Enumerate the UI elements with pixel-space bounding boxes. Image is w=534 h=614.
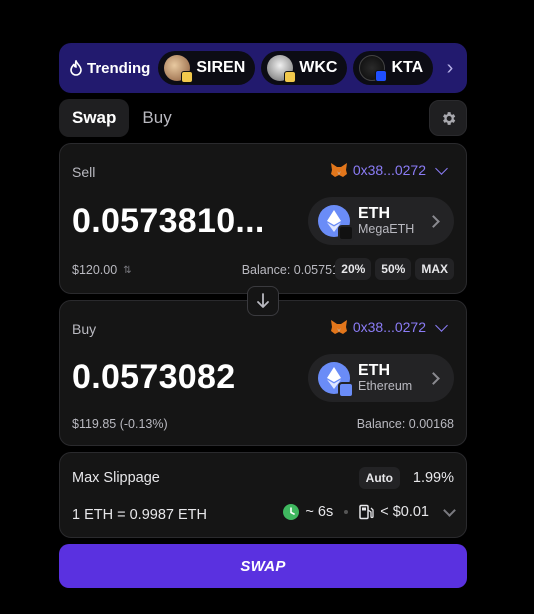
percent-buttons: 20% 50% MAX [335, 258, 454, 280]
swap-units-icon[interactable]: ⇅ [123, 265, 131, 276]
clock-icon [283, 504, 300, 520]
tab-swap[interactable]: Swap [59, 99, 130, 137]
sell-token-selector[interactable]: ETH MegaETH [308, 197, 454, 245]
metamask-fox-icon [330, 163, 347, 177]
gas-fee: < $0.01 [380, 504, 429, 520]
estimated-time: ~ 6s [305, 504, 334, 520]
buy-token-selector[interactable]: ETH Ethereum [308, 354, 454, 402]
slippage-auto-badge[interactable]: Auto [358, 467, 400, 489]
trending-symbol: SIREN [196, 59, 246, 76]
tab-buy[interactable]: Buy [129, 99, 184, 137]
sell-usd-text: $120.00 [72, 263, 118, 277]
arrow-down-icon [257, 293, 269, 308]
eth-token-icon [318, 205, 354, 241]
wallet-address: 0x38...0272 [352, 162, 426, 178]
trending-chip-siren[interactable]: SIREN [158, 51, 256, 85]
flame-icon [70, 60, 82, 76]
buy-wallet-selector[interactable]: 0x38...0272 [330, 318, 448, 335]
separator-dot [344, 510, 349, 514]
kta-token-avatar [359, 55, 388, 82]
sell-label: Sell [72, 164, 96, 180]
chevron-down-icon [435, 318, 448, 332]
chevron-down-icon [443, 503, 456, 517]
chevron-down-icon [435, 161, 448, 175]
flip-direction-button[interactable] [247, 286, 279, 316]
percent-max-button[interactable]: MAX [415, 258, 454, 280]
buy-balance: Balance: 0.00168 [356, 417, 454, 431]
trending-label: Trending [87, 59, 151, 77]
sell-panel: Sell 0x38...0272 0.0573810... ETH MegaET… [59, 143, 467, 294]
sell-token-symbol: ETH [358, 204, 390, 222]
swap-button[interactable]: SWAP [59, 544, 467, 588]
sell-wallet-selector[interactable]: 0x38...0272 [330, 161, 448, 178]
megaeth-chain-icon [338, 225, 354, 241]
trending-symbol: KTA [391, 59, 424, 76]
ethereum-chain-icon [338, 382, 354, 398]
buy-token-chain: Ethereum [358, 379, 413, 394]
sell-balance: Balance: 0.05751 [241, 263, 339, 277]
max-slippage-label: Max Slippage [72, 470, 160, 486]
swap-details-panel: Max Slippage Auto 1.99% 1 ETH = 0.9987 E… [59, 452, 467, 538]
trending-header: Trending [69, 60, 150, 77]
buy-usd-value: $119.85 (-0.13%) [72, 417, 168, 431]
exchange-rate: 1 ETH = 0.9987 ETH [72, 507, 207, 523]
buy-amount-output: 0.0573082 [72, 358, 236, 396]
chevron-right-icon [427, 214, 440, 228]
buy-panel: Buy 0x38...0272 0.0573082 ETH Ethereum $… [59, 300, 467, 446]
chevron-right-icon[interactable]: › [441, 53, 459, 83]
wallet-address: 0x38...0272 [352, 319, 426, 335]
sell-token-chain: MegaETH [358, 222, 415, 237]
metamask-fox-icon [330, 320, 347, 334]
mode-tabs: Swap Buy [59, 99, 467, 137]
slippage-value: 1.99% [412, 470, 454, 486]
buy-token-symbol: ETH [358, 361, 390, 379]
chevron-right-icon [427, 371, 440, 385]
wkc-token-avatar [267, 55, 297, 83]
swap-meta[interactable]: ~ 6s < $0.01 [283, 503, 456, 520]
gas-pump-icon [359, 504, 374, 520]
sell-amount-input[interactable]: 0.0573810... [72, 202, 265, 241]
sell-usd-value: $120.00 ⇅ [72, 263, 132, 277]
settings-button[interactable] [429, 100, 467, 136]
trending-chip-wkc[interactable]: WKC [261, 51, 348, 85]
siren-token-avatar [164, 55, 194, 83]
buy-label: Buy [72, 321, 97, 337]
percent-50-button[interactable]: 50% [375, 258, 412, 280]
trending-chip-kta[interactable]: KTA [353, 51, 434, 85]
percent-20-button[interactable]: 20% [335, 258, 372, 280]
trending-symbol: WKC [299, 59, 338, 76]
eth-token-icon [318, 362, 354, 398]
gear-icon [442, 111, 455, 125]
trending-bar: Trending SIREN WKC KTA › [59, 43, 467, 93]
